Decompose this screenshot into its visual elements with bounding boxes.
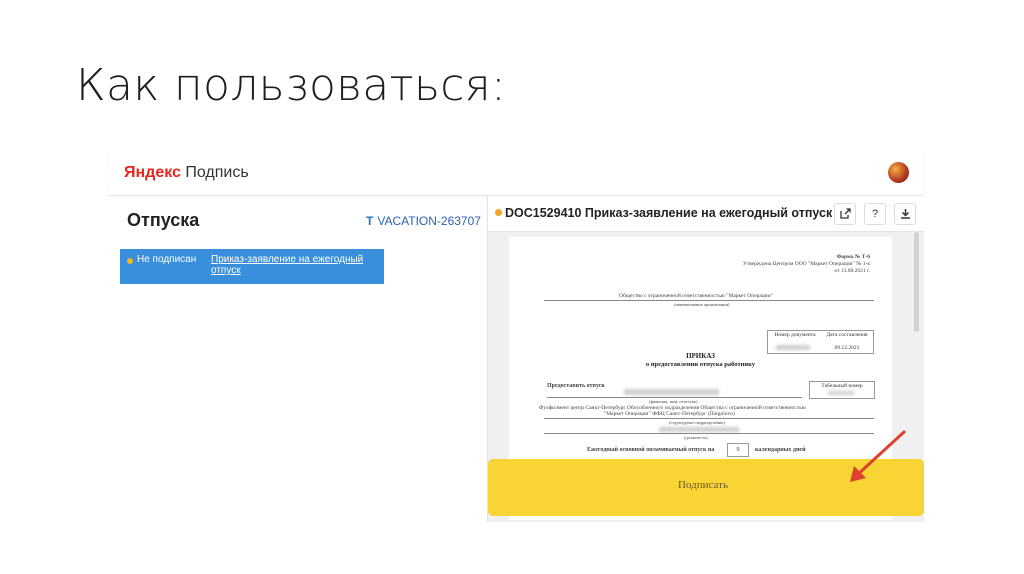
approved-line-2: от 13.08.2021 г.: [834, 268, 870, 274]
tracker-icon: T: [366, 214, 374, 228]
document-title: DOC1529410 Приказ-заявление на ежегодный…: [505, 206, 833, 220]
tab-number-header: Табельный номер: [821, 383, 863, 389]
unit-caption: (структурное подразделение): [669, 420, 725, 425]
avatar[interactable]: [888, 162, 909, 183]
organization-caption: (наименование организации): [674, 302, 730, 307]
prikaz-subheading: о предоставлении отпуска работнику: [645, 361, 756, 368]
top-bar: Яндекс Подпись: [108, 150, 923, 196]
tab-number-table: Табельный номер: [809, 381, 875, 399]
ticket-id: VACATION-263707: [377, 214, 481, 228]
document-link[interactable]: Приказ-заявление на ежегодный отпуск: [211, 254, 376, 276]
redacted-name: [624, 389, 719, 395]
organization-name: Общество с ограниченной ответственностью…: [619, 293, 773, 299]
days-unit: календарных дней: [755, 447, 806, 453]
divider: [544, 418, 874, 419]
form-number: Форма № Т-6: [836, 254, 870, 260]
section-title: Отпуска: [127, 210, 200, 230]
provide-label: Предоставить отпуск: [547, 383, 605, 389]
scrollbar[interactable]: [914, 232, 919, 332]
external-link-icon: [839, 208, 851, 219]
redacted-position: [659, 427, 739, 432]
approved-line-1: Утверждена Центром ООО "Маркет Операции"…: [742, 261, 870, 267]
download-button[interactable]: [894, 203, 916, 225]
doc-date-header: Дата составления: [826, 332, 868, 338]
help-button[interactable]: ?: [864, 203, 886, 225]
pointer-arrow-icon: [850, 430, 906, 482]
position-caption: (должность): [684, 435, 708, 440]
days-box: 9: [727, 443, 749, 457]
app-logo[interactable]: Яндекс Подпись: [124, 164, 249, 182]
sign-button[interactable]: Подписать: [638, 479, 768, 491]
status-dot-icon: [495, 209, 502, 216]
unit-line-2: "Маркет Операции" ФФЦ Санкт-Петербург (П…: [604, 411, 735, 417]
divider: [544, 300, 874, 301]
status-dot-icon: [127, 258, 133, 264]
redacted-number: [776, 345, 810, 350]
doc-date: 09.12.2021: [834, 345, 860, 351]
annual-leave-label: Ежегодный основной оплачиваемый отпуск н…: [587, 447, 715, 453]
logo-brand: Яндекс: [124, 164, 181, 181]
app-screenshot: Яндекс Подпись Отпуска T VACATION-263707 …: [108, 150, 924, 522]
left-pane: Отпуска T VACATION-263707 Не подписан При…: [108, 196, 488, 522]
status-badge: Не подписан: [137, 254, 197, 265]
slide-title: Как пользоваться:: [76, 60, 507, 111]
doc-number-header: Номер документа: [774, 332, 816, 338]
redacted-tab-number: [828, 391, 854, 395]
download-icon: [900, 209, 910, 219]
logo-product: Подпись: [185, 164, 249, 181]
document-list-item[interactable]: Не подписан Приказ-заявление на ежегодны…: [120, 249, 384, 284]
divider: [547, 397, 802, 398]
open-external-button[interactable]: [834, 203, 856, 225]
viewer-header: DOC1529410 Приказ-заявление на ежегодный…: [488, 196, 924, 232]
divider: [544, 433, 874, 434]
doc-number-table: Номер документа Дата составления 09.12.2…: [767, 330, 874, 354]
ticket-link[interactable]: T VACATION-263707: [366, 214, 481, 228]
prikaz-heading: ПРИКАЗ: [686, 352, 715, 360]
